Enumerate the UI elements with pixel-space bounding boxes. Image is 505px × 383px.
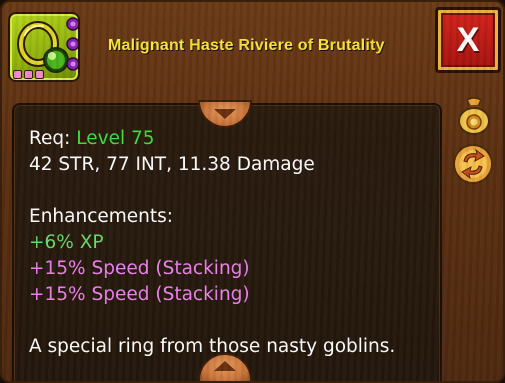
ring-icon (8, 12, 80, 82)
gold-bag-icon[interactable] (453, 94, 495, 136)
close-button[interactable]: X (435, 7, 501, 73)
swap-arrows-icon[interactable] (452, 143, 494, 185)
enhancement-line: +15% Speed (Stacking) (29, 284, 250, 305)
details-content: Req: Level 75 42 STR, 77 INT, 11.38 Dama… (29, 126, 449, 360)
rune-slot (24, 70, 33, 79)
chevron-down-icon (214, 109, 236, 119)
close-button-label: X (456, 20, 480, 59)
rune-slot (35, 70, 44, 79)
enhancements-header: Enhancements: (29, 206, 174, 227)
rune-slot (13, 70, 22, 79)
chevron-up-icon (214, 361, 236, 371)
enhancement-line: +6% XP (29, 232, 104, 253)
item-tooltip-window: Malignant Haste Riviere of Brutality X R… (0, 0, 505, 383)
requirement-line: Req: Level 75 (29, 126, 449, 152)
enhancement-line: +15% Speed (Stacking) (29, 258, 250, 279)
req-label: Req: (29, 128, 77, 149)
item-title: Malignant Haste Riviere of Brutality (108, 37, 385, 54)
req-level: Level 75 (76, 128, 155, 149)
stats-line: 42 STR, 77 INT, 11.38 Damage (29, 154, 315, 175)
